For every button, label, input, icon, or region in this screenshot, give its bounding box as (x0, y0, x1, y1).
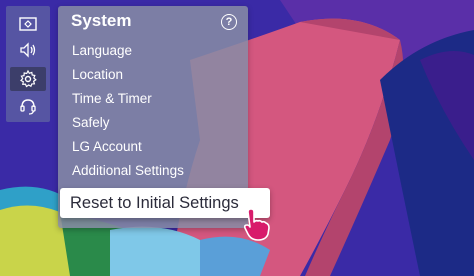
picture-settings-button[interactable] (10, 12, 46, 36)
sound-icon (20, 42, 36, 58)
menu-item-lg-account[interactable]: LG Account (72, 136, 142, 158)
menu-item-additional-settings[interactable]: Additional Settings (72, 160, 184, 182)
menu-item-reset-initial-settings[interactable]: Reset to Initial Settings (60, 188, 270, 218)
menu-item-safely[interactable]: Safely (72, 112, 110, 134)
menu-item-language[interactable]: Language (72, 40, 132, 62)
system-menu-panel: System ? Language Location Time & Timer … (58, 6, 270, 228)
picture-icon (19, 17, 37, 31)
menu-item-location[interactable]: Location (72, 64, 123, 86)
support-headset-icon (20, 99, 36, 115)
settings-gear-icon (20, 69, 37, 88)
pointer-cursor-icon (243, 208, 270, 241)
support-button[interactable] (10, 94, 46, 118)
help-icon[interactable]: ? (221, 14, 237, 30)
menu-item-time-timer[interactable]: Time & Timer (72, 88, 152, 110)
sidebar-icon-rail (6, 6, 50, 122)
sound-settings-button[interactable] (10, 38, 46, 62)
general-settings-button[interactable] (10, 67, 46, 91)
panel-title: System (71, 11, 132, 30)
